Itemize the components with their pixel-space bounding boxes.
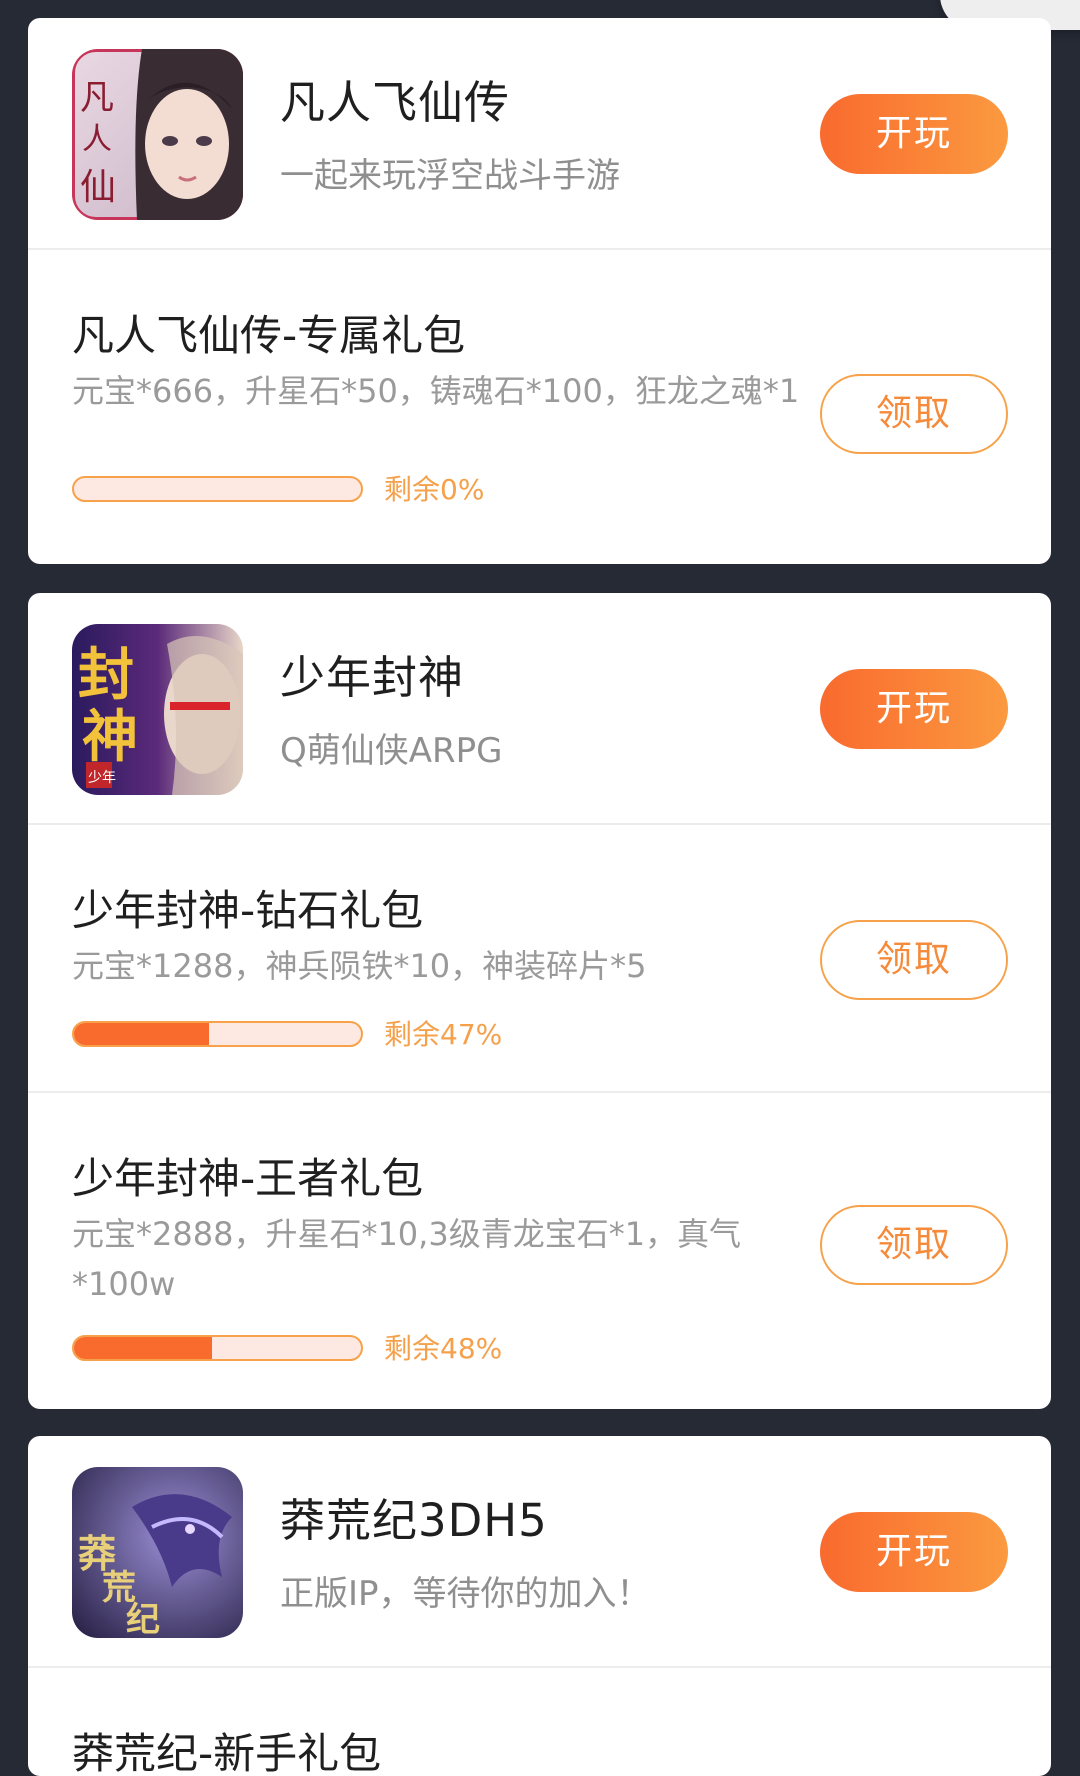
remaining-progress-bar: [72, 476, 363, 502]
progress-fill: [74, 1337, 212, 1359]
gift-title: 少年封神-钻石礼包: [72, 886, 424, 935]
fanren-feixian-game-icon[interactable]: 凡 人 仙: [72, 49, 243, 220]
remaining-label: 剩余47%: [384, 1018, 503, 1051]
game-card-fanren: 凡 人 仙 凡人飞仙传 一起来玩浮空战斗手游 开玩 凡人飞仙传-专属礼包 元宝*…: [28, 18, 1051, 564]
game-subtitle: 正版IP，等待你的加入！: [280, 1574, 651, 1614]
svg-text:神: 神: [82, 704, 138, 770]
svg-text:凡: 凡: [80, 78, 114, 118]
gift-item: 少年封神-钻石礼包 元宝*1288，神兵陨铁*10，神装碎片*5 领取 剩余47…: [28, 825, 1051, 1091]
remaining-progress-bar: [72, 1021, 363, 1047]
gift-description: 元宝*2888，升星石*10,3级青龙宝石*1，真气*100w: [72, 1215, 742, 1303]
manghuangji-game-icon[interactable]: 莽 荒 纪: [72, 1467, 243, 1638]
remaining-label: 剩余48%: [384, 1332, 503, 1365]
play-button[interactable]: 开玩: [820, 1512, 1008, 1592]
game-card-manghuang: 莽 荒 纪 莽荒纪3DH5 正版IP，等待你的加入！ 开玩 莽荒纪-新手礼包: [28, 1436, 1051, 1776]
svg-text:少年: 少年: [88, 770, 116, 786]
gift-description: 元宝*666，升星石*50，铸魂石*100，狂龙之魂*1: [72, 372, 800, 410]
game-header: 凡 人 仙 凡人飞仙传 一起来玩浮空战斗手游 开玩: [28, 18, 1051, 248]
game-card-shaonian: 封 神 少年 少年封神 Q萌仙侠ARPG 开玩 少年封神-钻石礼包 元宝*128…: [28, 593, 1051, 1409]
gift-item: 凡人飞仙传-专属礼包 元宝*666，升星石*50，铸魂石*100，狂龙之魂*1 …: [28, 250, 1051, 550]
game-header: 莽 荒 纪 莽荒纪3DH5 正版IP，等待你的加入！ 开玩: [28, 1436, 1051, 1666]
game-header: 封 神 少年 少年封神 Q萌仙侠ARPG 开玩: [28, 593, 1051, 823]
shaonian-fengshen-game-icon[interactable]: 封 神 少年: [72, 624, 243, 795]
gift-description: 元宝*1288，神兵陨铁*10，神装碎片*5: [72, 947, 647, 985]
game-name: 凡人飞仙传: [280, 76, 511, 129]
claim-button[interactable]: 领取: [820, 920, 1008, 1000]
gift-title: 少年封神-王者礼包: [72, 1154, 424, 1203]
game-name: 少年封神: [280, 651, 465, 704]
svg-text:人: 人: [82, 122, 112, 157]
play-button[interactable]: 开玩: [820, 669, 1008, 749]
play-button[interactable]: 开玩: [820, 94, 1008, 174]
gift-title: 莽荒纪-新手礼包: [72, 1729, 382, 1776]
remaining-label: 剩余0%: [384, 473, 485, 506]
game-name: 莽荒纪3DH5: [280, 1494, 548, 1547]
game-subtitle: 一起来玩浮空战斗手游: [280, 156, 620, 196]
claim-button[interactable]: 领取: [820, 374, 1008, 454]
game-subtitle: Q萌仙侠ARPG: [280, 731, 503, 771]
gift-item: 莽荒纪-新手礼包: [28, 1668, 1051, 1776]
progress-fill: [74, 1023, 209, 1045]
svg-text:纪: 纪: [126, 1600, 160, 1638]
gift-item: 少年封神-王者礼包 元宝*2888，升星石*10,3级青龙宝石*1，真气*100…: [28, 1093, 1051, 1403]
svg-text:封: 封: [78, 642, 134, 708]
gift-title: 凡人飞仙传-专属礼包: [72, 311, 466, 360]
remaining-progress-bar: [72, 1335, 363, 1361]
claim-button[interactable]: 领取: [820, 1205, 1008, 1285]
svg-text:仙: 仙: [80, 167, 116, 208]
